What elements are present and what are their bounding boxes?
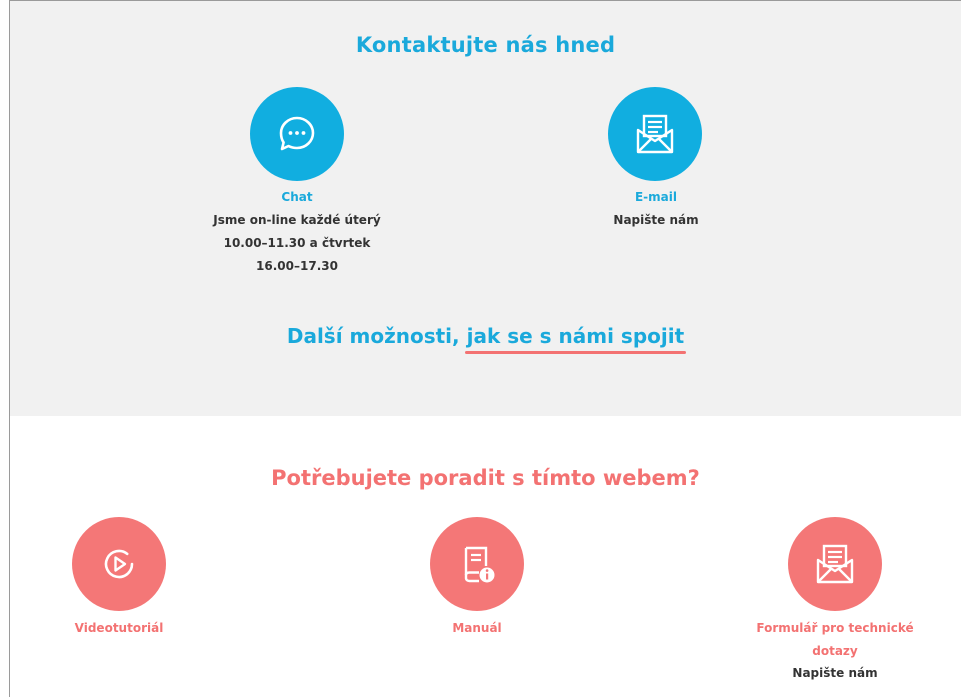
videotutorial-button[interactable] xyxy=(72,517,166,611)
technical-form-button[interactable] xyxy=(788,517,882,611)
technical-form-desc: Napište nám xyxy=(792,666,878,680)
chat-hours-line-2: 10.00–11.30 a čtvrtek xyxy=(223,236,371,250)
more-contact-prefix: Další možnosti, xyxy=(286,324,467,348)
email-desc: Napište nám xyxy=(613,213,699,227)
technical-form-link-line-2[interactable]: dotazy xyxy=(715,640,955,663)
chat-button[interactable] xyxy=(250,87,344,181)
contact-section: Kontaktujte nás hned Chat Jsme on-line k… xyxy=(10,1,961,416)
manual-link[interactable]: Manuál xyxy=(357,617,597,640)
chat-bubble-icon xyxy=(279,116,315,151)
more-contact-options: Další možnosti, jak se s námi spojit xyxy=(10,324,961,354)
more-contact-link[interactable]: jak se s námi spojit xyxy=(464,324,686,354)
manual-button[interactable] xyxy=(430,517,524,611)
page-left-border xyxy=(0,0,10,697)
chat-link[interactable]: Chat xyxy=(177,186,417,209)
technical-form-link-line-1[interactable]: Formulář pro technické xyxy=(715,617,955,640)
envelope-icon xyxy=(816,544,854,584)
manual-book-icon xyxy=(464,546,495,583)
chat-hours-line-1: Jsme on-line každé úterý xyxy=(213,213,381,227)
play-icon xyxy=(104,549,134,579)
email-link[interactable]: E-mail xyxy=(536,186,776,209)
envelope-icon xyxy=(636,114,674,154)
help-section: Potřebujete poradit s tímto webem? Video… xyxy=(10,416,961,697)
email-button[interactable] xyxy=(608,87,702,181)
help-title: Potřebujete poradit s tímto webem? xyxy=(271,466,700,490)
contact-title: Kontaktujte nás hned xyxy=(355,33,616,57)
videotutorial-link[interactable]: Videotutoriál xyxy=(0,617,239,640)
chat-hours-line-3: 16.00–17.30 xyxy=(256,259,338,273)
